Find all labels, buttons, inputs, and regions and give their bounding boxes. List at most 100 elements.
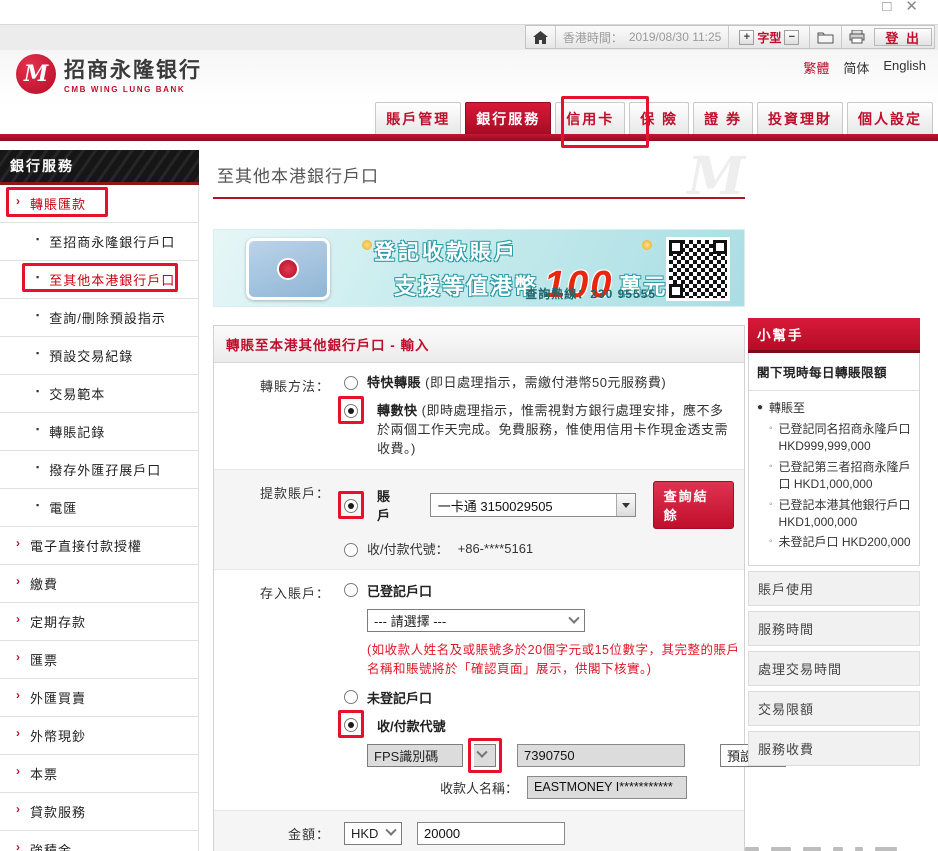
tab-investment[interactable]: 投資理財 bbox=[757, 102, 843, 134]
limit-item: 已登記同名招商永隆戶口 HKD999,999,000 bbox=[778, 422, 911, 454]
registered-account-select[interactable]: --- 請選擇 --- bbox=[367, 609, 585, 633]
sidebar-item-transfer-remittance[interactable]: › 轉賬匯款 bbox=[0, 185, 198, 223]
helper-title: 小幫手 bbox=[748, 318, 920, 353]
proxy-value-input[interactable]: 7390750 bbox=[517, 743, 685, 767]
sidebar-item-enquire-delete-standing[interactable]: ▪ 查詢/刪除預設指示 bbox=[0, 299, 198, 337]
form-row-amount: 金額： HKD 20000 金額超過等值HKD100,000.00需使用一次性密… bbox=[214, 810, 744, 851]
dropdown-arrow-icon bbox=[615, 494, 635, 517]
sidebar-item-to-cmbwlb-account[interactable]: ▪ 至招商永隆銀行戶口 bbox=[0, 223, 198, 261]
unregistered-option: 未登記戶口 bbox=[367, 690, 433, 706]
bank-name: 招商永隆银行 bbox=[64, 57, 202, 82]
bullet-icon: ▪ bbox=[36, 386, 41, 396]
sidebar-item-label: 交易範本 bbox=[49, 387, 106, 402]
currency-value: HKD bbox=[351, 825, 379, 841]
sidebar-item-label: 本票 bbox=[30, 767, 59, 782]
currency-select[interactable]: HKD bbox=[344, 821, 402, 845]
maximize-icon[interactable]: □ bbox=[882, 0, 905, 15]
tab-credit-card[interactable]: 信用卡 bbox=[555, 102, 626, 134]
sidebar-item-label: 撥存外匯孖展戶口 bbox=[49, 463, 162, 478]
close-icon[interactable]: ✕ bbox=[905, 0, 932, 15]
transfer-to-label: 轉賬至 bbox=[769, 401, 806, 415]
tab-personal-settings[interactable]: 個人設定 bbox=[847, 102, 933, 134]
chevron-right-icon: › bbox=[16, 726, 21, 740]
helper-panel: 小幫手 閣下現時每日轉賬限額 ● 轉賬至 ◦ 已登記同名招商永隆戶口 HKD999,… bbox=[748, 318, 920, 766]
bullet-icon: ▪ bbox=[36, 272, 41, 282]
lang-traditional[interactable]: 繁體 bbox=[803, 58, 829, 77]
chevron-right-icon: › bbox=[16, 194, 21, 208]
from-account-select[interactable]: 一卡通 3150029505 bbox=[429, 493, 636, 518]
font-decrease-button[interactable]: − bbox=[784, 29, 800, 45]
transfer-form: 轉賬至本港其他銀行戶口 - 輸入 轉賬方法： 特快轉賬 (即日處理指示，需繳付港… bbox=[213, 325, 786, 851]
sidebar-item-scheduled-records[interactable]: ▪ 預設交易紀錄 bbox=[0, 337, 198, 375]
sidebar-item-label: 至其他本港銀行戶口 bbox=[49, 273, 176, 288]
sidebar-item-foreign-currency-notes[interactable]: › 外幣現鈔 bbox=[0, 717, 198, 755]
radio-unregistered-account[interactable] bbox=[344, 689, 358, 704]
limit-item: 未登記戶口 HKD200,000 bbox=[778, 535, 911, 550]
lang-simplified[interactable]: 简体 bbox=[843, 58, 869, 77]
printer-icon[interactable] bbox=[841, 26, 872, 48]
method-label: 轉賬方法： bbox=[259, 379, 330, 394]
chevron-right-icon: › bbox=[16, 840, 21, 851]
tab-account-management[interactable]: 賬戶管理 bbox=[375, 102, 462, 134]
option-fps-desc: (即時處理指示，惟需視對方銀行處理安排，應不多於兩個工作天完成。免費服務，惟使用… bbox=[377, 402, 729, 456]
promo-banner[interactable]: 登記收款賬戶 支援等值港幣 100 萬元轉賬 查詢熱線：230 95555 bbox=[213, 229, 745, 307]
amount-input[interactable]: 20000 bbox=[417, 821, 565, 845]
home-icon[interactable] bbox=[526, 26, 555, 48]
proxy-type-chevron[interactable] bbox=[474, 743, 496, 767]
banner-line1: 登記收款賬戶 bbox=[374, 241, 518, 264]
radio-fps-transfer[interactable] bbox=[344, 403, 358, 418]
main-nav: 賬戶管理 銀行服務 信用卡 保 險 證 券 投資理財 個人設定 bbox=[0, 102, 938, 134]
radio-express-transfer[interactable] bbox=[344, 376, 358, 390]
helper-link-service-hours[interactable]: 服務時間 bbox=[748, 610, 920, 646]
sidebar-item-label: 繳費 bbox=[30, 577, 59, 592]
sidebar-item-cashier-order[interactable]: › 本票 bbox=[0, 755, 198, 793]
sidebar-item-fx-margin-account[interactable]: ▪ 撥存外匯孖展戶口 bbox=[0, 451, 198, 489]
chevron-right-icon: › bbox=[16, 650, 21, 664]
check-balance-button[interactable]: 查詢結餘 bbox=[652, 481, 734, 530]
radio-from-account[interactable] bbox=[344, 499, 358, 514]
bullet-icon: ▪ bbox=[36, 500, 41, 510]
sidebar-item-mpf[interactable]: › 強積金 bbox=[0, 831, 198, 851]
top-toolbar: 香港時間： 2019/08/30 11:25 + 字型 − 登 出 bbox=[524, 25, 935, 49]
tab-banking-services[interactable]: 銀行服務 bbox=[465, 102, 552, 134]
sidebar-item-label: 匯票 bbox=[30, 653, 59, 668]
bullet-icon: ● bbox=[757, 402, 764, 413]
sidebar-item-telegraphic-transfer[interactable]: ▪ 電匯 bbox=[0, 489, 198, 527]
sidebar-item-demand-draft[interactable]: › 匯票 bbox=[0, 641, 198, 679]
chevron-right-icon: › bbox=[16, 536, 21, 550]
sidebar-item-transaction-template[interactable]: ▪ 交易範本 bbox=[0, 375, 198, 413]
sidebar-item-edda[interactable]: › 電子直接付款授權 bbox=[0, 527, 198, 565]
folder-icon[interactable] bbox=[809, 26, 841, 48]
radio-to-proxy-code[interactable] bbox=[344, 717, 358, 732]
payee-name-label: 收款人名稱： bbox=[440, 780, 519, 796]
sidebar-item-to-other-local-bank[interactable]: ▪ 至其他本港銀行戶口 bbox=[0, 261, 198, 299]
bank-logo-icon: M bbox=[16, 54, 56, 94]
from-account-label: 提款賬戶： bbox=[259, 486, 330, 502]
sidebar-item-label: 外幣現鈔 bbox=[30, 729, 87, 744]
sidebar-item-time-deposit[interactable]: › 定期存款 bbox=[0, 603, 198, 641]
sidebar-item-loan-services[interactable]: › 貸款服務 bbox=[0, 793, 198, 831]
font-increase-button[interactable]: + bbox=[739, 29, 755, 45]
chevron-down-icon bbox=[385, 824, 397, 837]
helper-link-account-usage[interactable]: 賬戶使用 bbox=[748, 570, 920, 606]
chevron-right-icon: › bbox=[16, 574, 21, 588]
tab-securities[interactable]: 證 券 bbox=[693, 102, 753, 134]
proxy-type-select[interactable]: FPS識別碼 bbox=[367, 743, 463, 767]
helper-link-transaction-limit[interactable]: 交易限額 bbox=[748, 690, 920, 726]
radio-from-proxy-code[interactable] bbox=[344, 542, 358, 557]
bank-logo[interactable]: M 招商永隆银行 CMB WING LUNG BANK bbox=[16, 54, 202, 94]
form-row-from-account: 提款賬戶： 賬戶 一卡通 3150029505 查詢結餘 收/付款代號： +86… bbox=[214, 470, 744, 571]
helper-link-processing-time[interactable]: 處理交易時間 bbox=[748, 650, 920, 686]
sidebar-item-fx-trading[interactable]: › 外匯買賣 bbox=[0, 679, 198, 717]
registered-option: 已登記戶口 bbox=[367, 584, 433, 600]
nav-divider bbox=[0, 134, 938, 141]
tab-insurance[interactable]: 保 險 bbox=[629, 102, 690, 134]
sidebar-item-bill-payment[interactable]: › 繳費 bbox=[0, 565, 198, 603]
helper-link-service-charges[interactable]: 服務收費 bbox=[748, 730, 920, 766]
bullet-icon: ◦ bbox=[769, 536, 773, 548]
lang-english[interactable]: English bbox=[883, 58, 926, 77]
sidebar-item-transfer-records[interactable]: ▪ 轉賬記錄 bbox=[0, 413, 198, 451]
logout-button[interactable]: 登 出 bbox=[874, 28, 932, 46]
annotation-box-fps-radio bbox=[338, 395, 364, 424]
radio-registered-account[interactable] bbox=[344, 583, 358, 598]
